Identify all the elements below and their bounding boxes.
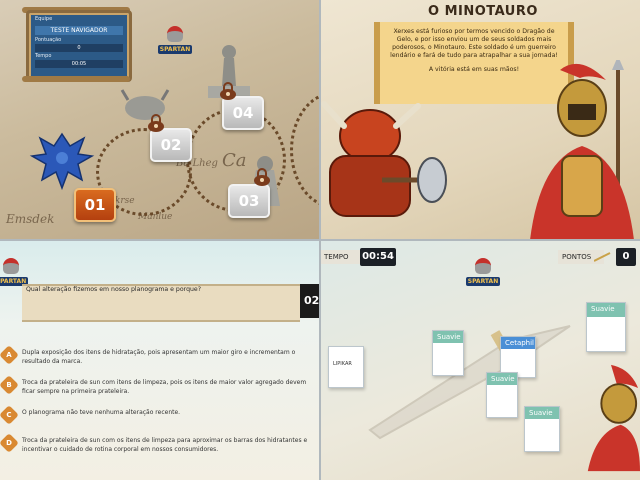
time-label: Tempo bbox=[35, 53, 52, 59]
padlock-icon bbox=[220, 82, 236, 100]
padlock-icon bbox=[148, 114, 164, 132]
product-card[interactable]: Suavie bbox=[524, 406, 560, 452]
map-word: Emsdek bbox=[6, 212, 55, 226]
option-text: O planograma não teve nenhuma alteração … bbox=[22, 409, 181, 416]
score-value: 0 bbox=[35, 44, 123, 52]
spartan-logo: SPARTAN bbox=[0, 258, 28, 286]
time-value: 00:54 bbox=[360, 248, 396, 266]
level-04-button[interactable]: 04 bbox=[222, 96, 264, 130]
level-03-button[interactable]: 03 bbox=[228, 184, 270, 218]
logo-text: SPARTAN bbox=[466, 277, 500, 286]
score-label: Pontuação bbox=[35, 37, 62, 43]
spartan-warrior-image bbox=[587, 364, 640, 472]
logo-text: SPARTAN bbox=[158, 45, 192, 54]
helmet-icon bbox=[167, 26, 183, 42]
padlock-icon bbox=[254, 168, 270, 186]
scroll-rod-bottom bbox=[22, 76, 130, 82]
product-brand: Suavie bbox=[591, 305, 615, 313]
spartan-logo: SPARTAN bbox=[158, 26, 192, 54]
quiz-panel: SPARTAN Qual alteração fizemos em nosso … bbox=[0, 240, 320, 480]
question-text: Qual alteração fizemos em nosso planogra… bbox=[26, 286, 202, 293]
quadrant-divider bbox=[0, 239, 640, 241]
option-letter: B bbox=[6, 381, 12, 389]
team-label: Equipe bbox=[35, 16, 53, 22]
level-02-button[interactable]: 02 bbox=[150, 128, 192, 162]
product-brand: Suavie bbox=[491, 375, 515, 383]
story-panel: O MINOTAURO Xerxes está furioso por term… bbox=[320, 0, 640, 240]
level-map-panel: Emsdek Ba Lheg Ca Manlue lkrse Equipe TE… bbox=[0, 0, 320, 240]
helmet-icon bbox=[3, 258, 19, 274]
spartan-warrior-image bbox=[530, 60, 634, 240]
time-value: 00:05 bbox=[35, 60, 123, 68]
option-text: Dupla exposição dos itens de hidratação,… bbox=[22, 349, 296, 365]
product-card[interactable]: Suavie bbox=[586, 302, 626, 352]
option-letter: A bbox=[6, 351, 12, 359]
answer-option-c[interactable]: C O planograma não teve nenhuma alteraçã… bbox=[0, 405, 320, 434]
answer-option-a[interactable]: A Dupla exposição dos itens de hidrataçã… bbox=[0, 345, 320, 374]
product-brand: Suavie bbox=[437, 333, 461, 341]
answer-option-d[interactable]: D Troca da prateleira de sun com os iten… bbox=[0, 433, 320, 462]
path-ring bbox=[290, 92, 320, 208]
option-letter: D bbox=[6, 439, 12, 447]
question-timer: 02 bbox=[300, 284, 320, 318]
helmet-icon bbox=[475, 258, 491, 274]
story-text: Xerxes está furioso por termos vencido o… bbox=[390, 28, 558, 59]
option-letter: C bbox=[6, 411, 12, 419]
level-01-button[interactable]: 01 bbox=[74, 188, 116, 222]
product-card[interactable]: Suavie bbox=[486, 372, 518, 418]
product-card[interactable]: Suavie bbox=[432, 330, 464, 376]
product-brand: LIPIKAR bbox=[333, 361, 352, 367]
product-game-panel: TEMPO 00:54 PONTOS 0 SPARTAN Suavie Suav… bbox=[320, 240, 640, 480]
team-name: TESTE NAVIGADOR bbox=[35, 26, 123, 35]
product-brand: Cetaphil bbox=[505, 339, 534, 347]
ice-dragon-image bbox=[29, 132, 95, 191]
points-value: 0 bbox=[616, 248, 636, 266]
minotaur-image bbox=[321, 101, 447, 217]
option-text: Troca da prateleira de sun com itens de … bbox=[22, 379, 307, 395]
spartan-logo: SPARTAN bbox=[466, 258, 500, 286]
option-text: Troca da prateleira de sun com os itens … bbox=[22, 437, 308, 453]
product-card[interactable]: LIPIKAR bbox=[328, 346, 364, 388]
time-label: TEMPO bbox=[320, 250, 362, 264]
team-scroll: Equipe TESTE NAVIGADOR Pontuação 0 Tempo… bbox=[26, 10, 132, 82]
product-brand: Suavie bbox=[529, 409, 553, 417]
sword-icon bbox=[594, 252, 611, 262]
story-title: O MINOTAURO bbox=[428, 4, 538, 19]
answer-option-b[interactable]: B Troca da prateleira de sun com itens d… bbox=[0, 375, 320, 404]
